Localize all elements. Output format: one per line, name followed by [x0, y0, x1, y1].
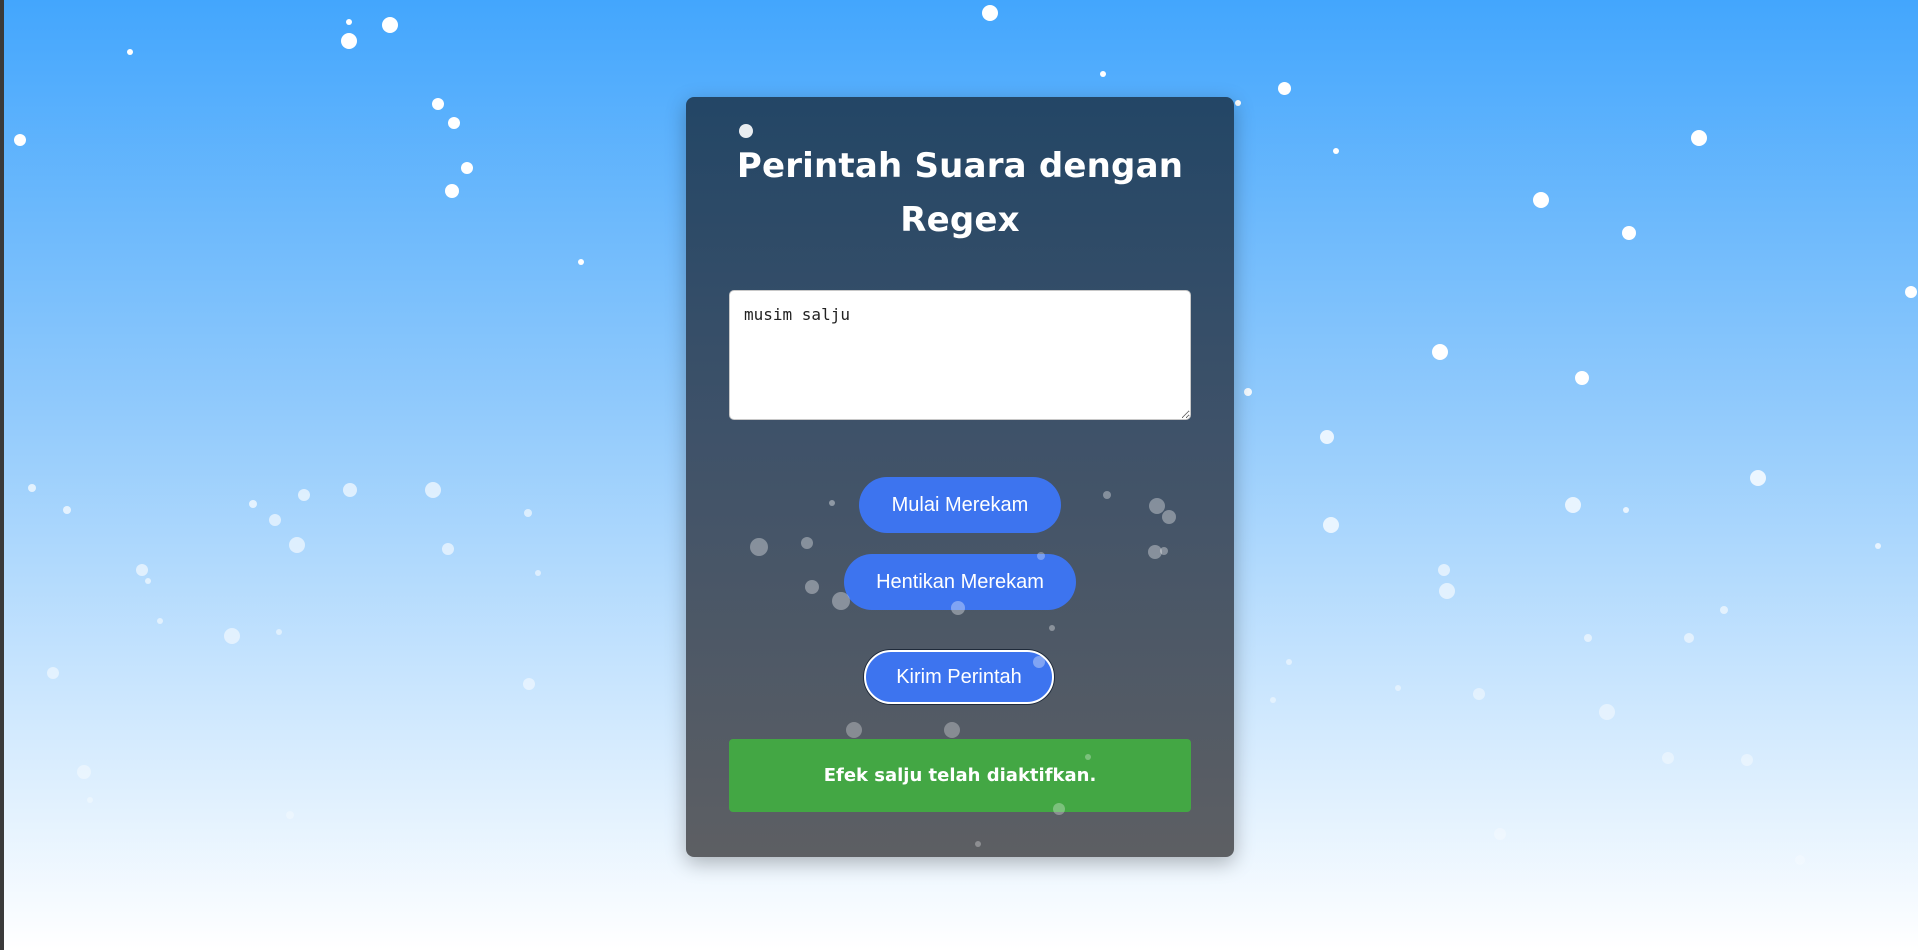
snowflake: [524, 509, 532, 517]
snowflake: [1323, 517, 1339, 533]
snowflake: [136, 564, 148, 576]
snowflake: [63, 506, 71, 514]
status-message: Efek salju telah diaktifkan.: [729, 739, 1191, 812]
snowflake: [1575, 371, 1589, 385]
snowflake: [448, 117, 460, 129]
snowflake: [127, 49, 133, 55]
snowflake: [1584, 634, 1592, 642]
snowflake: [286, 811, 294, 819]
snowflake: [1270, 697, 1276, 703]
snowflake: [1235, 100, 1241, 106]
snowflake: [1473, 688, 1485, 700]
snowflake: [157, 618, 163, 624]
snowflake: [578, 259, 584, 265]
snowflake: [249, 500, 257, 508]
snowflake: [1286, 659, 1292, 665]
snowflake: [1599, 704, 1615, 720]
snowflake: [425, 482, 441, 498]
snowflake: [14, 134, 26, 146]
snowflake: [1622, 226, 1636, 240]
snowflake: [343, 483, 357, 497]
snowflake: [1533, 192, 1549, 208]
snowflake: [535, 570, 541, 576]
snowflake: [432, 98, 444, 110]
snowflake: [145, 578, 151, 584]
snowflake: [461, 162, 473, 174]
snowflake: [982, 5, 998, 21]
snowflake: [1750, 470, 1766, 486]
snowflake: [445, 184, 459, 198]
snowflake: [1439, 583, 1455, 599]
snowflake: [1244, 388, 1252, 396]
snowflake: [1875, 543, 1881, 549]
snowflake: [341, 33, 357, 49]
snowflake: [1662, 752, 1674, 764]
snowflake: [28, 484, 36, 492]
snowflake: [1395, 685, 1401, 691]
snowflake: [1741, 754, 1753, 766]
window-border: [0, 0, 4, 950]
command-textarea[interactable]: [729, 290, 1191, 420]
stop-recording-button[interactable]: Hentikan Merekam: [844, 554, 1076, 610]
snowflake: [224, 628, 240, 644]
send-command-button[interactable]: Kirim Perintah: [864, 650, 1054, 704]
snowflake: [1432, 344, 1448, 360]
snowflake: [346, 19, 352, 25]
snowflake: [289, 537, 305, 553]
snowflake: [1438, 564, 1450, 576]
start-recording-button[interactable]: Mulai Merekam: [859, 477, 1061, 533]
voice-command-card: Perintah Suara dengan Regex Mulai Mereka…: [686, 97, 1234, 857]
snowflake: [1494, 828, 1506, 840]
snowflake: [1320, 430, 1334, 444]
snowflake: [1277, 81, 1291, 95]
snowflake: [442, 543, 454, 555]
snowflake: [1565, 497, 1581, 513]
snowflake: [382, 17, 398, 33]
snowflake: [87, 797, 93, 803]
snowflake: [47, 667, 59, 679]
snowflake: [1100, 71, 1106, 77]
snowflake: [1905, 286, 1917, 298]
snowflake: [276, 629, 282, 635]
page-title: Perintah Suara dengan Regex: [736, 146, 1184, 240]
snowflake: [298, 489, 310, 501]
snowflake: [1691, 130, 1707, 146]
snowflake: [269, 514, 281, 526]
snowflake: [523, 678, 535, 690]
snowflake: [1623, 507, 1629, 513]
snowflake: [1720, 606, 1728, 614]
snowflake: [77, 765, 91, 779]
snowflake: [1333, 148, 1339, 154]
snowflake: [1795, 855, 1805, 865]
snowflake: [1684, 633, 1694, 643]
